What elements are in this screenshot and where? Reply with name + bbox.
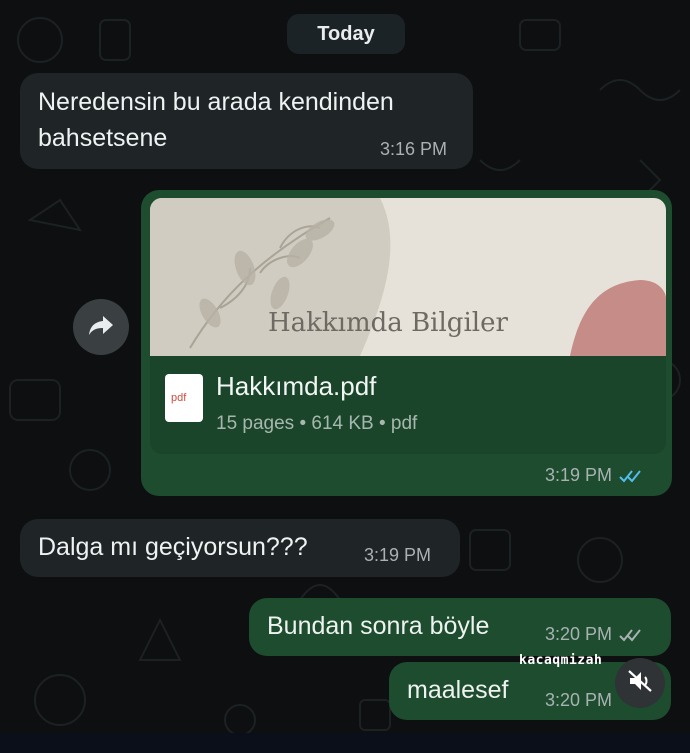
message-time: 3:19 PM [545, 465, 644, 486]
message-time: 3:20 PM [545, 624, 644, 645]
document-file-name: Hakkımda.pdf [216, 371, 377, 401]
message-time: 3:20 PM [545, 690, 613, 710]
forward-button[interactable] [73, 299, 129, 355]
document-preview-title: Hakkımda Bilgiler [268, 308, 508, 338]
message-text: Neredensin bu arada kendinden [38, 88, 394, 116]
document-file-row[interactable]: pdf Hakkımda.pdf 15 pages • 614 KB • pdf [150, 356, 666, 454]
message-text: bahsetsene [38, 124, 168, 152]
read-receipt-icon [619, 469, 641, 482]
mute-button[interactable] [615, 658, 665, 708]
pdf-icon: pdf [165, 374, 203, 422]
message-text: Bundan sonra böyle [267, 612, 490, 640]
document-preview-thumbnail[interactable]: Hakkımda Bilgiler [150, 198, 666, 356]
date-separator: Today [287, 14, 405, 54]
mute-icon [627, 669, 653, 698]
bottom-bar [0, 733, 690, 753]
message-time: 3:16 PM [380, 139, 448, 159]
watermark: kacaqmizah [519, 653, 603, 668]
message-time: 3:19 PM [364, 545, 432, 565]
document-file-info: 15 pages • 614 KB • pdf [216, 413, 418, 434]
read-receipt-icon [619, 628, 641, 641]
forward-icon [88, 314, 114, 341]
outgoing-message-bubble[interactable]: Bundan sonra böyle 3:20 PM [249, 598, 671, 656]
incoming-message-bubble[interactable]: Neredensin bu arada kendinden bahsetsene… [20, 73, 473, 169]
message-text: maalesef [407, 676, 509, 704]
message-text: Dalga mı geçiyorsun??? [38, 533, 308, 561]
incoming-message-bubble[interactable]: Dalga mı geçiyorsun??? 3:19 PM [20, 519, 460, 577]
